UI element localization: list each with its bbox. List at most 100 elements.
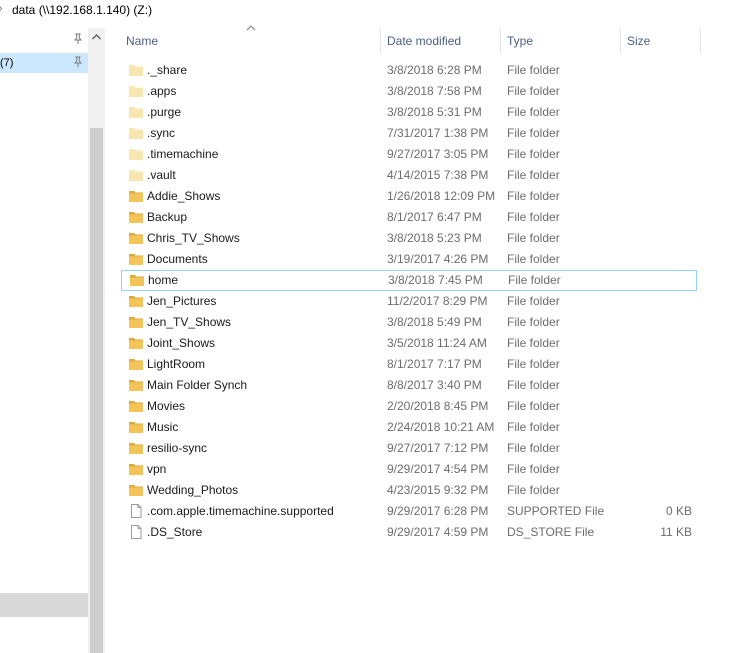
file-row[interactable]: .DS_Store 9/29/2017 4:59 PM DS_STORE File 1…	[122, 522, 697, 543]
file-date-modified: 1/26/2018 12:09 PM	[387, 189, 496, 203]
file-date-modified: 9/29/2017 6:28 PM	[387, 504, 489, 518]
folder-hidden-icon	[129, 65, 143, 76]
column-divider[interactable]	[380, 28, 381, 54]
file-date-modified: 4/23/2015 9:32 PM	[387, 483, 489, 497]
file-type: File folder	[507, 147, 560, 161]
folder-icon	[129, 191, 143, 202]
folder-hidden-icon	[129, 128, 143, 139]
file-name: .vault	[147, 168, 176, 182]
file-row[interactable]: .sync 7/31/2017 1:38 PM File folder	[122, 123, 697, 144]
file-row[interactable]: Wedding_Photos 4/23/2015 9:32 PM File fold…	[122, 480, 697, 501]
column-divider[interactable]	[700, 28, 701, 54]
file-name: Addie_Shows	[147, 189, 221, 203]
folder-hidden-icon	[129, 170, 143, 181]
file-row[interactable]: Jen_Pictures 11/2/2017 8:29 PM File folder	[122, 291, 697, 312]
file-size: 0 KB	[665, 504, 692, 518]
file-type: File folder	[507, 462, 560, 476]
file-row[interactable]: .timemachine 9/27/2017 3:05 PM File folder	[122, 144, 697, 165]
file-type: File folder	[507, 63, 560, 77]
file-name: Joint_Shows	[147, 336, 216, 350]
file-date-modified: 9/29/2017 4:54 PM	[387, 462, 489, 476]
column-header-size[interactable]: Size	[622, 28, 701, 54]
nav-pane-scrollbar[interactable]	[88, 28, 105, 653]
file-row[interactable]: Addie_Shows 1/26/2018 12:09 PM File folder	[122, 186, 697, 207]
scroll-up-arrow-icon[interactable]	[91, 32, 102, 42]
file-date-modified: 2/20/2018 8:45 PM	[387, 399, 489, 413]
file-name: Chris_TV_Shows	[147, 231, 240, 245]
file-row[interactable]: Documents 3/19/2017 4:26 PM File folder	[122, 249, 697, 270]
file-date-modified: 9/27/2017 3:05 PM	[387, 147, 489, 161]
file-icon	[131, 525, 142, 539]
file-type: File folder	[507, 168, 560, 182]
file-date-modified: 7/31/2017 1:38 PM	[387, 126, 489, 140]
file-type: File folder	[507, 441, 560, 455]
file-name: ._share	[147, 63, 188, 77]
folder-icon	[129, 254, 143, 265]
column-header-date-modified[interactable]: Date modified	[382, 28, 501, 54]
file-name: vpn	[147, 462, 167, 476]
file-row[interactable]: ._share 3/8/2018 6:28 PM File folder	[122, 60, 697, 81]
folder-icon	[129, 317, 143, 328]
file-row[interactable]: .purge 3/8/2018 5:31 PM File folder	[122, 102, 697, 123]
column-header-name[interactable]: Name	[121, 28, 381, 54]
file-date-modified: 3/8/2018 7:58 PM	[387, 84, 482, 98]
file-row[interactable]: vpn 9/29/2017 4:54 PM File folder	[122, 459, 697, 480]
pin-icon[interactable]	[72, 56, 84, 68]
file-type: File folder	[507, 210, 560, 224]
scrollbar-thumb[interactable]	[90, 128, 103, 653]
folder-icon	[129, 401, 143, 412]
file-size: 11 KB	[660, 525, 692, 539]
file-type: DS_STORE File	[507, 525, 595, 539]
folder-icon	[129, 296, 143, 307]
nav-scrolled-item[interactable]	[0, 593, 88, 617]
file-type: SUPPORTED File	[507, 504, 605, 518]
column-divider[interactable]	[620, 28, 621, 54]
file-date-modified: 9/29/2017 4:59 PM	[387, 525, 489, 539]
pin-icon[interactable]	[72, 33, 84, 45]
folder-hidden-icon	[129, 149, 143, 160]
folder-icon	[129, 443, 143, 454]
file-name: .DS_Store	[147, 525, 203, 539]
file-date-modified: 3/8/2018 5:49 PM	[387, 315, 482, 329]
column-divider[interactable]	[500, 28, 501, 54]
nav-item-label: (7)	[0, 57, 14, 69]
file-date-modified: 8/8/2017 3:40 PM	[387, 378, 482, 392]
file-name: Backup	[147, 210, 188, 224]
file-row[interactable]: Music 2/24/2018 10:21 AM File folder	[122, 417, 697, 438]
file-row[interactable]: Main Folder Synch 8/8/2017 3:40 PM File fo…	[122, 375, 697, 396]
nav-item-quick-access-0[interactable]	[0, 30, 88, 50]
file-row[interactable]: .vault 4/14/2015 7:38 PM File folder	[122, 165, 697, 186]
file-row[interactable]: Joint_Shows 3/5/2018 11:24 AM File folder	[122, 333, 697, 354]
file-name: .apps	[147, 84, 177, 98]
column-header-type[interactable]: Type	[502, 28, 621, 54]
folder-hidden-icon	[129, 86, 143, 97]
file-type: File folder	[507, 252, 560, 266]
file-type: File folder	[507, 84, 560, 98]
file-name: Wedding_Photos	[147, 483, 239, 497]
breadcrumb-chevron-icon[interactable]: ›	[0, 3, 2, 14]
file-name: Main Folder Synch	[147, 378, 248, 392]
file-name: LightRoom	[147, 357, 206, 371]
column-header-row: Name Date modified Type Size	[106, 25, 746, 54]
file-row[interactable]: home 3/8/2018 7:45 PM File folder	[121, 270, 697, 291]
file-row[interactable]: Chris_TV_Shows 3/8/2018 5:23 PM File folde…	[122, 228, 697, 249]
file-row[interactable]: .apps 3/8/2018 7:58 PM File folder	[122, 81, 697, 102]
file-row[interactable]: LightRoom 8/1/2017 7:17 PM File folder	[122, 354, 697, 375]
file-date-modified: 8/1/2017 6:47 PM	[387, 210, 482, 224]
file-row[interactable]: resilio-sync 9/27/2017 7:12 PM File folder	[122, 438, 697, 459]
folder-icon	[130, 275, 144, 286]
file-row[interactable]: Jen_TV_Shows 3/8/2018 5:49 PM File folder	[122, 312, 697, 333]
file-row[interactable]: Movies 2/20/2018 8:45 PM File folder	[122, 396, 697, 417]
file-name: .purge	[147, 105, 182, 119]
folder-icon	[129, 212, 143, 223]
file-type: File folder	[507, 315, 560, 329]
address-path[interactable]: data (\\192.168.1.140) (Z:)	[12, 3, 152, 17]
file-date-modified: 3/8/2018 5:31 PM	[387, 105, 482, 119]
nav-item-quick-access-1[interactable]: (7)	[0, 53, 88, 73]
folder-icon	[129, 422, 143, 433]
file-name: home	[148, 273, 179, 287]
address-bar[interactable]: › data (\\192.168.1.140) (Z:)	[0, 0, 746, 20]
file-row[interactable]: .com.apple.timemachine.supported 9/29/201…	[122, 501, 697, 522]
file-row[interactable]: Backup 8/1/2017 6:47 PM File folder	[122, 207, 697, 228]
file-date-modified: 11/2/2017 8:29 PM	[387, 294, 488, 308]
